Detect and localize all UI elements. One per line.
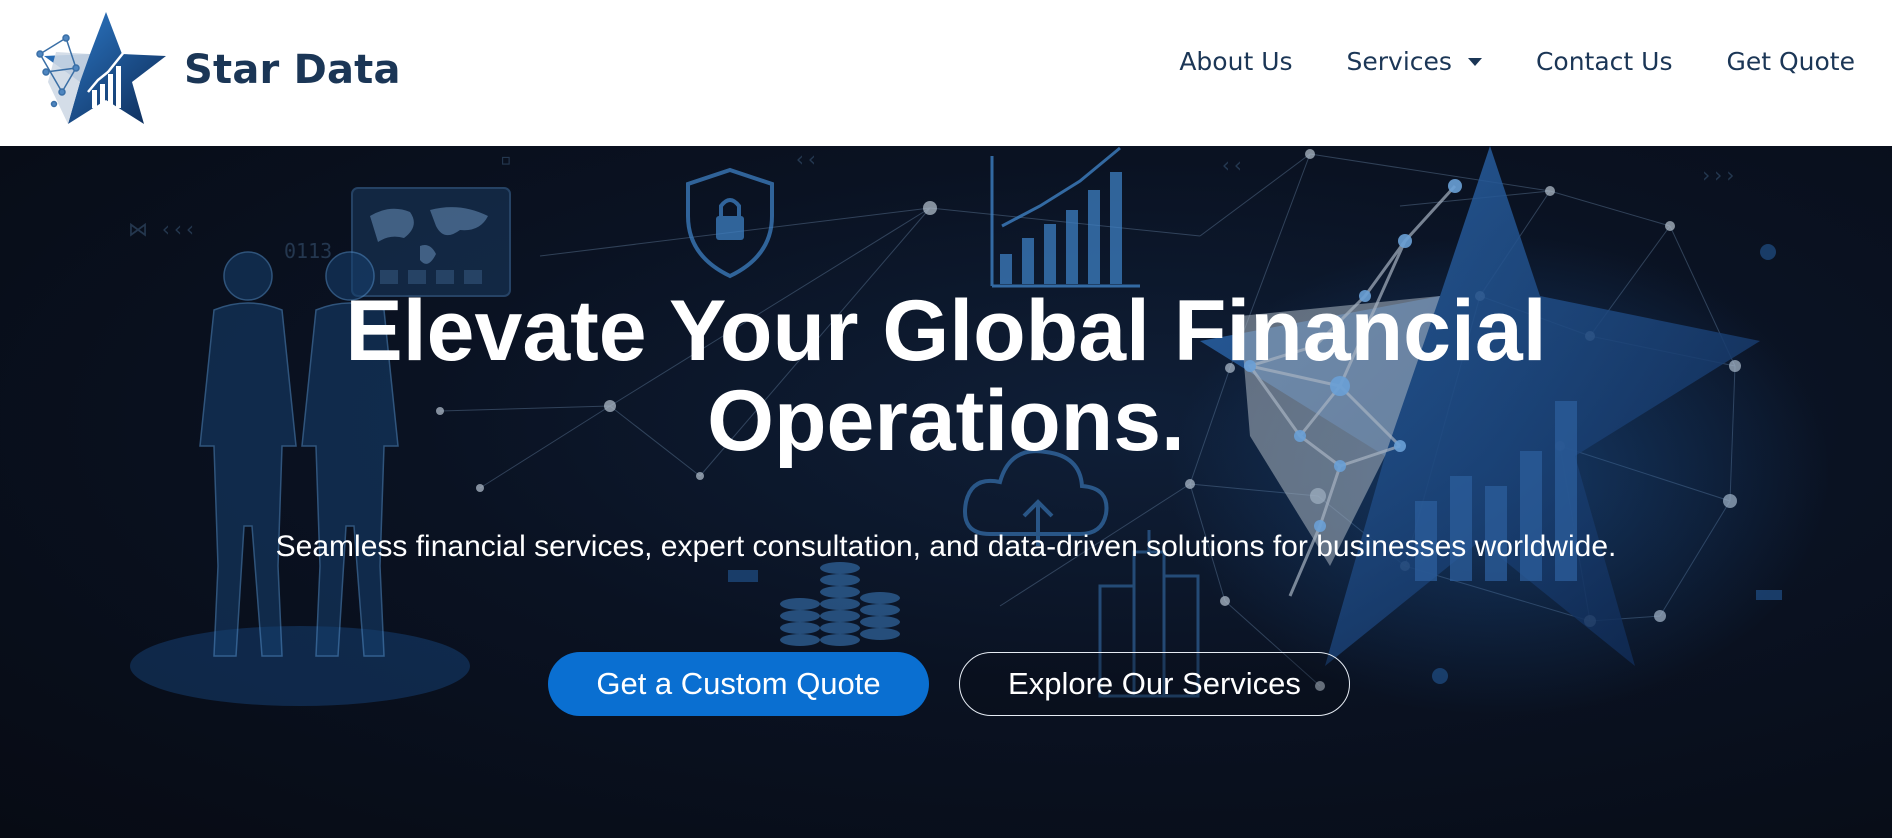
hero-title: Elevate Your Global Financial Operations… [0, 286, 1892, 466]
nav-get-quote[interactable]: Get Quote [1726, 47, 1855, 76]
brand-name: Star Data [184, 47, 401, 93]
caret-down-icon [1467, 57, 1482, 66]
hero-cta-group: Get a Custom Quote Explore Our Services [548, 652, 1350, 716]
nav-label: Get Quote [1726, 47, 1855, 76]
nav-services[interactable]: Services [1347, 47, 1482, 76]
logo[interactable]: Star Data [36, 12, 401, 128]
site-header: Star Data About Us Services Contact Us G… [0, 0, 1892, 146]
star-chart-icon [36, 12, 166, 124]
nav-label: Services [1346, 47, 1452, 76]
svg-text:0113: 0113 [284, 239, 332, 263]
svg-text:‹‹: ‹‹ [794, 147, 818, 171]
explore-services-button[interactable]: Explore Our Services [959, 652, 1350, 716]
hero-title-line-1: Elevate Your Global Financial [345, 283, 1547, 379]
hero-section: ⋈ ‹‹‹ 0113 ‹‹ ‹‹ ››› ▫ Elevate Your Global … [0, 146, 1892, 838]
get-custom-quote-button[interactable]: Get a Custom Quote [548, 652, 929, 716]
nav-label: Contact Us [1535, 47, 1673, 76]
svg-text:▫: ▫ [500, 147, 512, 171]
hero-subtitle: Seamless financial services, expert cons… [275, 530, 1617, 563]
svg-text:‹‹: ‹‹ [1220, 153, 1244, 177]
svg-text:⋈ ‹‹‹: ⋈ ‹‹‹ [128, 217, 196, 241]
nav-label: About Us [1179, 47, 1293, 76]
svg-text:›››: ››› [1700, 163, 1736, 187]
nav-contact-us[interactable]: Contact Us [1536, 47, 1673, 76]
nav-about-us[interactable]: About Us [1179, 47, 1292, 76]
hero-title-line-2: Operations. [707, 373, 1185, 469]
hero-background-image: ⋈ ‹‹‹ 0113 ‹‹ ‹‹ ››› ▫ [128, 146, 1830, 716]
main-nav: About Us Services Contact Us Get Quote [1179, 47, 1855, 76]
